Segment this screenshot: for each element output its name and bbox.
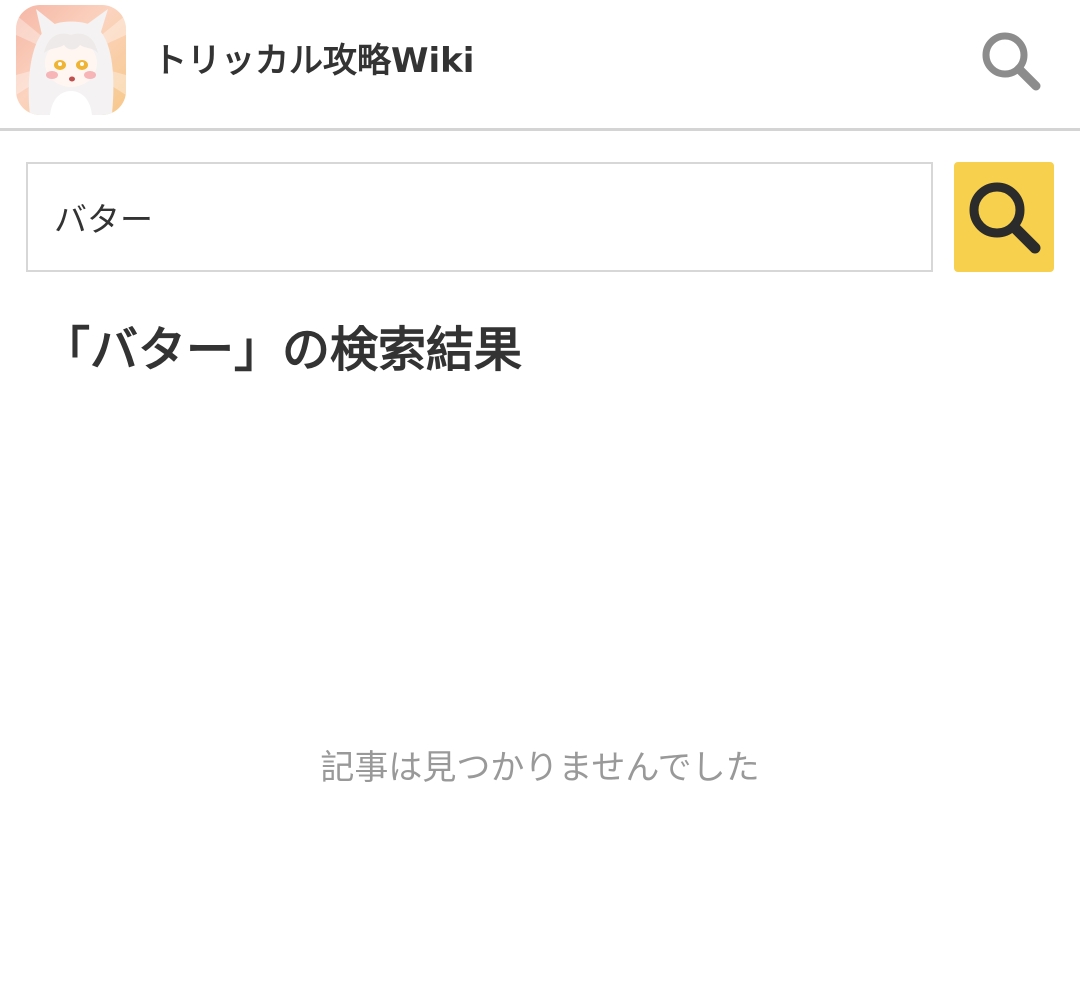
no-results-message: 記事は見つかりませんでした bbox=[320, 748, 760, 788]
results-heading: 「バター」の検索結果 bbox=[42, 322, 523, 378]
search-icon bbox=[982, 32, 1041, 91]
site-logo[interactable] bbox=[16, 5, 126, 115]
site-header: トリッカル攻略Wiki bbox=[0, 0, 1080, 131]
site-title[interactable]: トリッカル攻略Wiki bbox=[153, 38, 474, 84]
search-submit-button[interactable] bbox=[954, 162, 1054, 272]
search-icon bbox=[969, 182, 1041, 254]
search-input[interactable] bbox=[28, 164, 931, 270]
search-field bbox=[26, 162, 933, 272]
header-search-button[interactable] bbox=[978, 28, 1044, 94]
character-avatar-icon bbox=[16, 9, 126, 115]
